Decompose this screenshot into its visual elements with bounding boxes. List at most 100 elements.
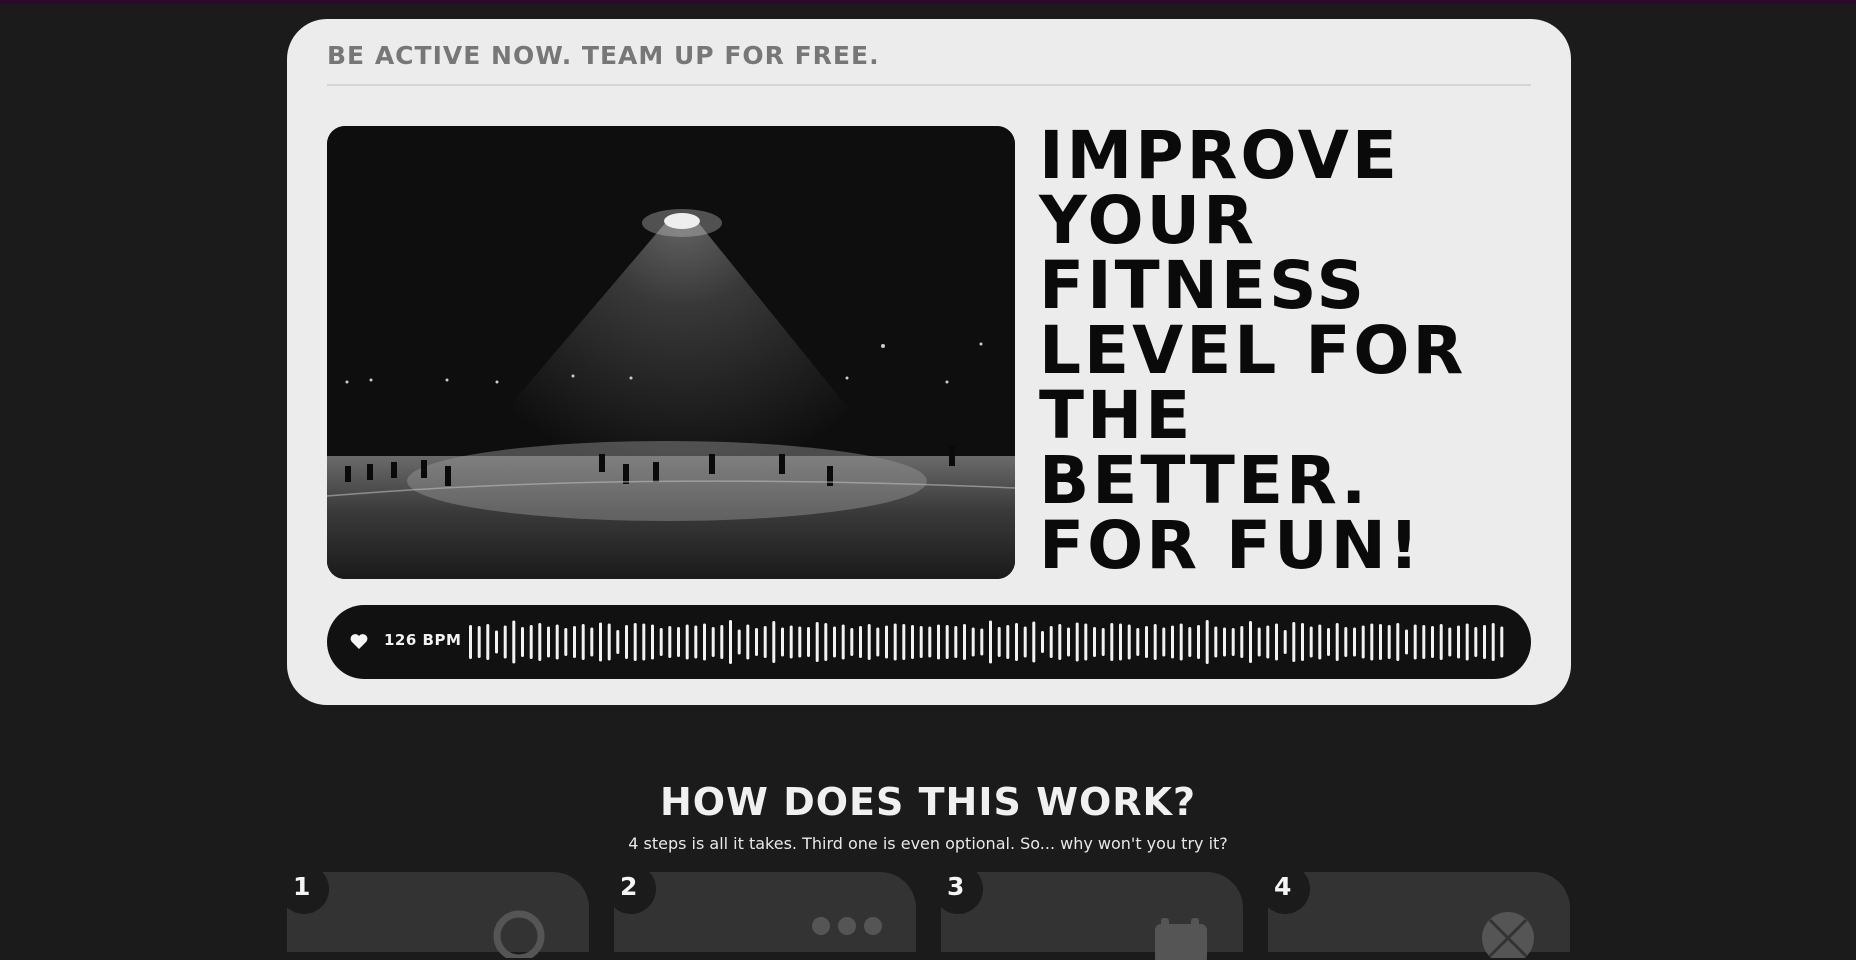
waveform-bar: [1188, 627, 1192, 657]
step-card-1[interactable]: 1: [279, 864, 589, 958]
waveform-bar: [616, 630, 620, 654]
waveform-bar: [668, 626, 672, 658]
waveform-bar: [1067, 627, 1070, 657]
waveform-bar: [703, 623, 706, 661]
waveform-bar: [755, 628, 758, 656]
waveform-bar: [1361, 625, 1365, 659]
waveform-bar: [1205, 620, 1209, 664]
step-card-3[interactable]: 3: [933, 864, 1243, 960]
waveform-bar: [1032, 621, 1036, 663]
waveform-bar: [1439, 624, 1443, 660]
waveform-bar: [607, 623, 611, 661]
waveform-bar: [885, 625, 888, 659]
waveform-bar: [781, 627, 784, 657]
waveform-bar: [997, 627, 1001, 657]
waveform-bar: [659, 628, 663, 656]
night-football-field-photo: [327, 126, 1015, 579]
heart-icon: [350, 634, 368, 649]
waveform-bar: [1214, 626, 1218, 658]
waveform-bar: [980, 628, 984, 656]
waveform-bar: [1162, 627, 1166, 657]
waveform-bar: [937, 624, 940, 660]
waveform-bar: [1153, 624, 1157, 660]
waveform-bar: [737, 629, 741, 655]
waveform-bar: [1353, 627, 1356, 657]
waveform-bar: [1266, 625, 1270, 659]
waveform-bar: [1448, 627, 1452, 657]
waveform-bar: [1292, 622, 1296, 662]
waveform-bar: [911, 625, 914, 659]
waveform-bar: [529, 625, 533, 659]
waveform-bar: [1084, 623, 1088, 661]
waveform-bar: [1197, 625, 1200, 659]
waveform-bar: [1387, 625, 1391, 659]
waveform-bar: [1127, 624, 1131, 660]
waveform-bar: [651, 624, 654, 660]
waveform-bar: [1483, 625, 1486, 659]
waveform-bar: [1136, 628, 1140, 656]
top-accent-line: [0, 0, 1856, 4]
waveform-bar: [1405, 629, 1408, 655]
waveform-bar: [859, 626, 862, 658]
waveform-bar: [772, 621, 776, 663]
waveform-bar: [824, 623, 828, 661]
waveform-bar: [963, 624, 966, 660]
waveform-bar: [954, 626, 958, 658]
waveform-bar: [1015, 623, 1018, 661]
waveform-bar: [564, 628, 568, 656]
waveform-bar: [1396, 623, 1400, 661]
waveform-bar: [1431, 626, 1434, 658]
waveform-bar: [633, 623, 637, 661]
more-dots-icon: [812, 917, 882, 935]
waveform-bar: [1413, 624, 1417, 660]
basketball-icon: [1482, 912, 1534, 958]
waveform-bar: [902, 624, 906, 660]
waveform-bar: [1171, 625, 1174, 659]
step-number: 4: [1260, 864, 1310, 914]
waveform-bar: [685, 624, 689, 660]
waveform-bar: [1327, 628, 1330, 656]
step-number: 1: [279, 864, 329, 914]
step-card-4[interactable]: 4: [1260, 864, 1570, 958]
waveform-bar: [477, 626, 481, 658]
heartbeat-waveform: [469, 620, 1504, 664]
heart-rate-bar: 126 BPM: [327, 605, 1531, 679]
waveform-bar: [469, 625, 472, 659]
waveform-bar: [1223, 627, 1226, 657]
waveform-bar: [850, 628, 854, 656]
waveform-bar: [1075, 622, 1079, 662]
hero-headline: IMPROVE YOUR FITNESS LEVEL FOR THE BETTE…: [1039, 117, 1467, 584]
waveform-bar: [893, 623, 897, 661]
waveform-bar: [1370, 623, 1374, 661]
waveform-bar: [547, 626, 550, 658]
waveform-bar: [1119, 623, 1122, 661]
hero-photo: [327, 126, 1015, 579]
calendar-icon: [1155, 918, 1207, 960]
waveform-bar: [1049, 626, 1053, 658]
waveform-bar: [538, 623, 542, 661]
how-it-works-title: HOW DOES THIS WORK?: [659, 780, 1197, 824]
waveform-bar: [711, 627, 715, 657]
waveform-bar: [1257, 627, 1261, 657]
hero-divider: [327, 84, 1531, 86]
waveform-bar: [1179, 623, 1183, 661]
waveform-bar: [1318, 624, 1322, 660]
waveform-bar: [1023, 626, 1027, 658]
waveform-bar: [989, 620, 992, 664]
waveform-bar: [919, 626, 923, 658]
waveform-bar: [763, 626, 767, 658]
step-card-2[interactable]: 2: [606, 864, 916, 952]
hero-tagline: BE ACTIVE NOW. TEAM UP FOR FREE.: [327, 41, 880, 70]
waveform-bar: [1231, 628, 1235, 656]
waveform-bar: [521, 627, 524, 657]
waveform-bar: [599, 622, 602, 662]
waveform-bar: [1474, 627, 1478, 657]
waveform-bar: [1041, 631, 1044, 653]
waveform-bar: [971, 627, 975, 657]
hero-card: BE ACTIVE NOW. TEAM UP FOR FREE. IMPROVE…: [287, 19, 1571, 705]
waveform-bar: [1093, 627, 1096, 657]
waveform-bar: [581, 624, 585, 660]
waveform-bar: [867, 624, 871, 660]
waveform-bar: [1500, 626, 1504, 658]
search-icon: [493, 910, 545, 958]
